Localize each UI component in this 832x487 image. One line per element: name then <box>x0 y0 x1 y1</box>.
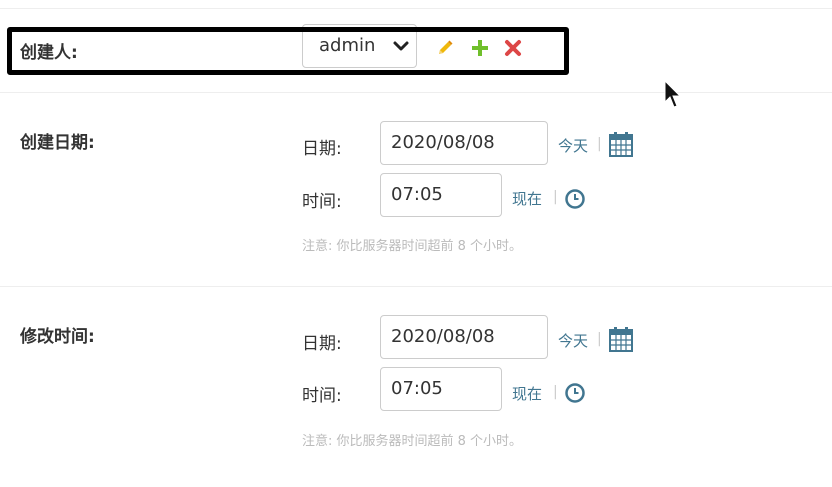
time-label: 时间: <box>302 386 342 406</box>
now-link[interactable]: 现在 <box>512 188 542 209</box>
today-link[interactable]: 今天 <box>558 330 588 351</box>
timezone-note: 注意: 你比服务器时间超前 8 个小时。 <box>302 239 523 254</box>
date-label: 日期: <box>302 139 342 159</box>
now-link[interactable]: 现在 <box>512 383 542 404</box>
divider <box>0 286 832 287</box>
top-divider <box>0 8 832 9</box>
separator: | <box>553 384 558 400</box>
date-label: 日期: <box>302 334 342 354</box>
divider <box>0 92 832 93</box>
clock-icon[interactable] <box>564 382 586 404</box>
mouse-cursor-icon <box>664 80 682 108</box>
date-input[interactable]: 2020/08/08 <box>380 315 548 359</box>
time-input[interactable]: 07:05 <box>380 367 502 411</box>
date-input[interactable]: 2020/08/08 <box>380 121 548 165</box>
separator: | <box>597 331 602 347</box>
separator: | <box>553 189 558 205</box>
today-link[interactable]: 今天 <box>558 135 588 156</box>
calendar-icon[interactable] <box>609 326 633 352</box>
calendar-icon[interactable] <box>609 131 633 157</box>
timezone-note: 注意: 你比服务器时间超前 8 个小时。 <box>302 434 523 449</box>
modified-time-label: 修改时间: <box>20 327 95 347</box>
time-label: 时间: <box>302 192 342 212</box>
time-input[interactable]: 07:05 <box>380 173 502 217</box>
created-date-label: 创建日期: <box>20 133 95 153</box>
highlight-box <box>7 27 569 75</box>
separator: | <box>597 136 602 152</box>
clock-icon[interactable] <box>564 188 586 210</box>
